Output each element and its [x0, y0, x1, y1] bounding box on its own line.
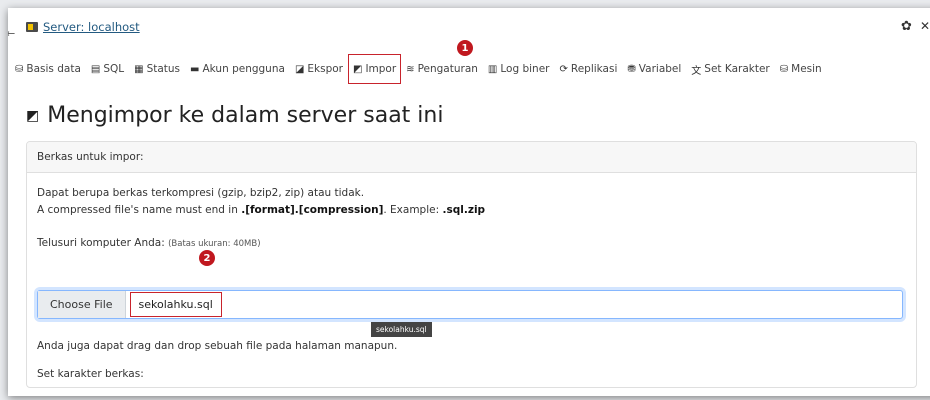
tab-label: Pengaturan: [417, 63, 478, 75]
tab-impor[interactable]: ◩ Impor: [347, 54, 402, 84]
compression-info: Dapat berupa berkas terkompresi (gzip, b…: [37, 187, 365, 199]
tab-label: Impor: [365, 63, 397, 75]
charset-label: Set karakter berkas:: [37, 368, 144, 380]
tab-pengaturan[interactable]: ≋ Pengaturan: [401, 54, 483, 84]
format-pattern: .[format].[compression]: [241, 204, 384, 216]
browse-label: Telusuri komputer Anda: (Batas ukuran: 4…: [37, 237, 261, 249]
gear-icon[interactable]: ✿: [901, 19, 912, 34]
tab-basis-data[interactable]: ⛁ Basis data: [10, 54, 86, 84]
file-name-tooltip: sekolahku.sql: [371, 322, 432, 337]
import-file-card: Berkas untuk impor: Dapat berupa berkas …: [26, 141, 917, 388]
tab-label: Mesin: [791, 63, 822, 75]
charset-icon: 文: [691, 65, 702, 77]
settings-icon: ≋: [406, 63, 415, 75]
annotation-badge-2: 2: [199, 250, 215, 266]
import-icon: ◩: [26, 107, 40, 124]
drag-drop-hint: Anda juga dapat drag dan drop sebuah fil…: [37, 340, 398, 352]
format-example: .sql.zip: [442, 204, 486, 216]
tab-mesin[interactable]: ⛁ Mesin: [775, 54, 827, 84]
annotation-badge-1: 1: [457, 40, 473, 56]
choose-file-button[interactable]: Choose File: [38, 291, 126, 318]
server-breadcrumb-link[interactable]: Server: localhost: [26, 20, 140, 34]
users-icon: ▬: [190, 63, 200, 75]
close-icon[interactable]: ✕: [920, 19, 930, 33]
replication-icon: ⟳: [559, 63, 568, 75]
tab-label: Akun pengguna: [202, 63, 285, 75]
tab-replikasi[interactable]: ⟳ Replikasi: [554, 54, 622, 84]
server-icon: [26, 22, 38, 32]
sql-icon: ▤: [90, 63, 101, 75]
app-window: ← Server: localhost ✿ ✕ ⛁ Basis data ▤ SQL…: [8, 8, 930, 396]
page-title: ◩ Mengimpor ke dalam server saat ini: [26, 103, 443, 128]
binlog-icon: ▥: [487, 63, 498, 75]
tab-log-biner[interactable]: ▥ Log biner: [483, 54, 555, 84]
tab-ekspor[interactable]: ◪ Ekspor: [290, 54, 348, 84]
server-nav-tabs: ⛁ Basis data ▤ SQL ▦ Status ▬ Akun pengguna …: [8, 52, 930, 86]
tab-label: Variabel: [638, 63, 682, 75]
browse-label-text: Telusuri komputer Anda:: [37, 237, 165, 249]
format-text-pre: A compressed file's name must end in: [37, 204, 242, 216]
variables-icon: ⛃: [627, 63, 636, 75]
database-icon: ⛁: [15, 63, 24, 75]
engines-icon: ⛁: [779, 63, 789, 75]
card-header: Berkas untuk impor:: [27, 142, 916, 173]
page-title-text: Mengimpor ke dalam server saat ini: [47, 103, 444, 128]
tab-label: Basis data: [26, 63, 81, 75]
tab-label: SQL: [103, 63, 125, 75]
tab-label: Ekspor: [307, 63, 343, 75]
tab-variabel[interactable]: ⛃ Variabel: [622, 54, 686, 84]
selected-file-name: sekolahku.sql: [129, 292, 222, 317]
tab-label: Status: [146, 63, 181, 75]
tab-set-karakter[interactable]: 文 Set Karakter: [686, 54, 774, 84]
tab-status[interactable]: ▦ Status: [129, 54, 185, 84]
topbar: Server: localhost ✿ ✕: [8, 19, 930, 40]
tab-label: Replikasi: [570, 63, 618, 75]
file-input[interactable]: Choose File sekolahku.sql: [37, 290, 903, 319]
server-link-label: Server: localhost: [43, 20, 140, 34]
tab-label: Set Karakter: [704, 63, 770, 75]
import-icon: ◩: [352, 63, 363, 75]
tab-label: Log biner: [500, 63, 550, 75]
format-text-mid: . Example:: [383, 204, 443, 216]
tab-akun-pengguna[interactable]: ▬ Akun pengguna: [185, 54, 290, 84]
status-icon: ▦: [134, 63, 144, 75]
upload-size-limit: (Batas ukuran: 40MB): [168, 239, 261, 249]
compression-format-info: A compressed file's name must end in .[f…: [37, 204, 485, 216]
export-icon: ◪: [294, 63, 305, 75]
tab-sql[interactable]: ▤ SQL: [86, 54, 129, 84]
